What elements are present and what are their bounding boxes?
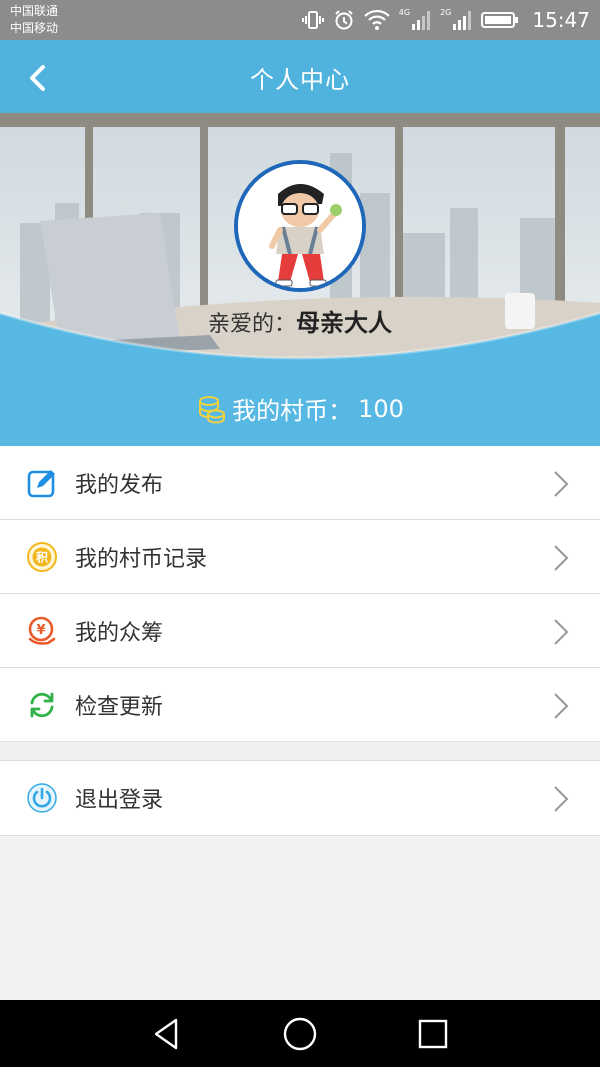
vibrate-icon: [301, 11, 324, 29]
chevron-right-icon: [554, 786, 569, 812]
svg-text:¥: ¥: [36, 623, 45, 638]
menu-item-coin-records[interactable]: 积 我的村币记录: [0, 520, 600, 594]
chevron-right-icon: [554, 471, 569, 497]
coins-value: 100: [358, 394, 404, 423]
chevron-right-icon: [554, 619, 569, 645]
menu-item-label: 我的众筹: [75, 620, 164, 646]
signal-icon-2: [453, 11, 472, 30]
greeting: 亲爱的：母亲大人: [0, 303, 600, 338]
carrier-info: 中国联通 中国移动: [10, 3, 58, 37]
page-title: 个人中心: [250, 66, 350, 94]
status-icons: 4G 2G 15:47: [301, 6, 590, 34]
network-type-2: 2G: [440, 7, 452, 17]
app-bar: 个人中心: [0, 40, 600, 113]
menu-item-label: 检查更新: [75, 694, 164, 720]
wifi-icon: [363, 9, 390, 30]
circle-home-icon: [283, 1017, 317, 1051]
menu-item-check-update[interactable]: 检查更新: [0, 668, 600, 742]
triangle-back-icon: [154, 1018, 178, 1050]
nav-recents-button[interactable]: [415, 1016, 451, 1052]
menu-item-crowdfunding[interactable]: ¥ 我的众筹: [0, 594, 600, 668]
points-coin-icon: 积: [27, 541, 57, 572]
svg-text:积: 积: [36, 549, 48, 564]
alarm-icon: [335, 10, 353, 30]
menu-item-label: 我的村币记录: [75, 546, 208, 572]
battery-icon: [481, 12, 519, 28]
clock: 15:47: [532, 8, 590, 32]
power-icon: [27, 783, 57, 813]
cartoon-avatar-image: [238, 164, 362, 288]
refresh-icon: [30, 692, 54, 717]
logout-section: 退出登录: [0, 761, 600, 836]
signal-icon: [412, 11, 431, 30]
edit-icon: [27, 469, 55, 497]
coin-stack-icon: [199, 395, 226, 424]
network-type-1: 4G: [398, 7, 411, 17]
username: 母亲大人: [296, 309, 392, 337]
section-divider: [0, 743, 600, 761]
menu-item-label: 退出登录: [75, 788, 164, 813]
greeting-prefix: 亲爱的：: [207, 312, 296, 337]
nav-home-button[interactable]: [282, 1016, 318, 1052]
coins-summary: 我的村币： 100: [0, 391, 600, 426]
carrier-2: 中国移动: [10, 21, 59, 35]
menu-item-logout[interactable]: 退出登录: [0, 761, 600, 835]
status-bar: 中国联通 中国移动 4G 2G 15:47: [0, 0, 600, 40]
menu-item-label: 我的发布: [75, 472, 164, 498]
system-navigation-bar: [0, 1000, 600, 1067]
menu-item-my-posts[interactable]: 我的发布: [0, 446, 600, 520]
nav-back-button[interactable]: [148, 1016, 184, 1052]
coins-label: 我的村币：: [232, 397, 353, 425]
menu-list: 我的发布 积 我的村币记录 ¥ 我的众筹 检查更新: [0, 446, 600, 742]
square-recents-icon: [418, 1019, 448, 1049]
crowdfund-yen-icon: ¥: [28, 616, 56, 645]
carrier-1: 中国联通: [10, 4, 59, 18]
chevron-right-icon: [554, 693, 569, 719]
profile-header: 亲爱的：母亲大人 我的村币： 100: [0, 113, 600, 446]
avatar[interactable]: [234, 160, 366, 292]
chevron-right-icon: [554, 545, 569, 571]
